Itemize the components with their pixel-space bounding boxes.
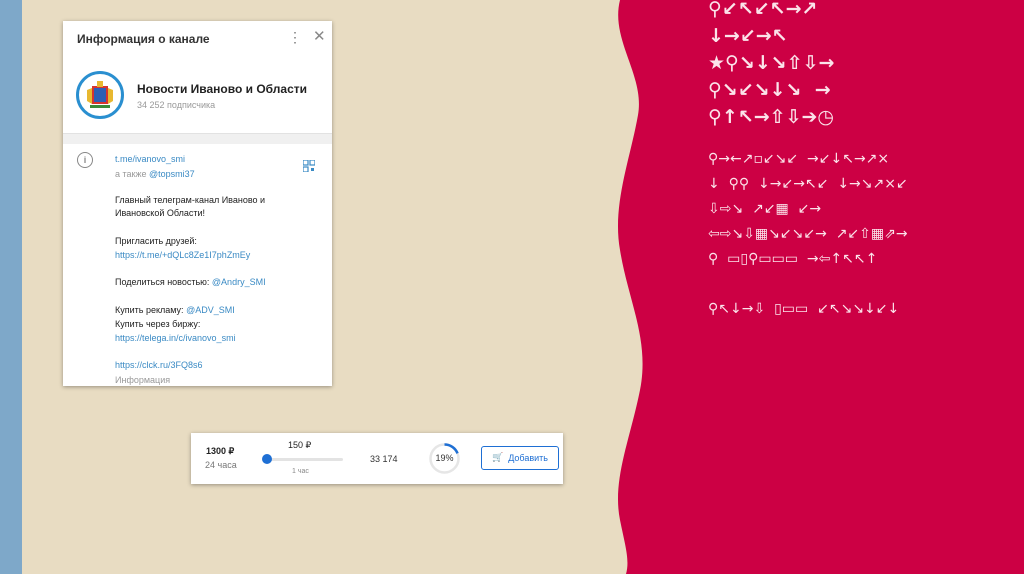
glyph-line: ⚲↑↖→⇧⇩➔◷ (708, 106, 835, 128)
subscriber-count: 34 252 подписчика (137, 100, 216, 110)
news-label: Поделиться новостью: (115, 277, 212, 287)
also-label: а также (115, 169, 149, 179)
coat-of-arms-icon (87, 81, 113, 108)
channel-link[interactable]: t.me/ivanovo_smi (115, 153, 185, 165)
glyph-line (708, 272, 908, 297)
cart-icon: 🛒 (492, 453, 504, 463)
glyph-line: ⇩⇨↘ ↗↙▦ ↙→ (708, 201, 822, 217)
info-icon: i (77, 152, 93, 168)
channel-info-panel: Информация о канале ⋮ ✕ Новости Иваново … (63, 21, 332, 386)
glyph-line: ⚲↙↖↙↖→↗ (708, 0, 818, 20)
description-line-1: Главный телеграм-канал Иваново и (115, 195, 266, 205)
glyph-line: ⇦⇨↘⇩▦↘↙↘↙→ ↗↙⇧▦⇗→ (708, 226, 908, 242)
duration-label: 24 часа (205, 460, 237, 470)
clck-link[interactable]: https://clck.ru/3FQ8s6 (115, 359, 203, 371)
more-menu-icon[interactable]: ⋮ (288, 30, 302, 44)
info-footer-label: Информация (115, 375, 171, 385)
ads-label: Купить рекламу: (115, 305, 187, 315)
glyph-line: ⚲↖↓→⇩ ▯▭▭ ↙↖↘↘↓↙↓ (708, 301, 900, 317)
glyph-block-large: ⚲↙↖↙↖→↗ ↓→↙→↖ ★⚲↘↓↘⇧⇩→ ⚲↘↙↘↓↘ → ⚲↑↖→⇧⇩➔◷ (708, 0, 834, 131)
glyph-line: ⚲↘↙↘↓↘ → (708, 79, 831, 101)
glyph-line: ⚲→←↗▫↙↘↙ →↙↓↖→↗× (708, 151, 890, 167)
slider-handle[interactable] (262, 454, 272, 464)
invite-label: Пригласить друзей: (115, 236, 197, 246)
glyph-line: ⚲ ▭▯⚲▭▭▭ →⇦↑↖↖↑ (708, 251, 878, 267)
news-line: Поделиться новостью: @Andry_SMI (115, 276, 266, 288)
exchange-label: Купить через биржу: (115, 319, 201, 329)
channel-name: Новости Иваново и Области (137, 82, 308, 96)
qr-code-icon[interactable] (303, 160, 315, 172)
panel-header: Информация о канале ⋮ ✕ (63, 21, 332, 57)
invite-link[interactable]: https://t.me/+dQLc8Ze1I7phZmEy (115, 249, 250, 261)
channel-avatar[interactable] (76, 71, 124, 119)
close-icon[interactable]: ✕ (313, 29, 326, 44)
glyph-line: ↓→↙→↖ (708, 25, 788, 47)
price-per-day: 1300 ₽ (206, 446, 235, 456)
exchange-link[interactable]: https://telega.in/c/ivanovo_smi (115, 332, 236, 344)
section-divider (63, 133, 332, 144)
ads-handle-link[interactable]: @ADV_SMI (186, 305, 235, 315)
glyph-block-small: ⚲→←↗▫↙↘↙ →↙↓↖→↗× ↓ ⚲⚲ ↓→↙→↖↙ ↓→↘↗×↙ ⇩⇨↘ ↗↙… (708, 147, 908, 322)
ads-line: Купить рекламу: @ADV_SMI (115, 304, 235, 316)
slider-price: 150 ₽ (288, 440, 312, 450)
also-handle-link[interactable]: @topsmi37 (149, 169, 195, 179)
reach-count: 33 174 (370, 454, 398, 464)
news-handle-link[interactable]: @Andry_SMI (212, 277, 266, 287)
ad-purchase-bar: 1300 ₽ 24 часа 150 ₽ 1 час 33 174 19% 🛒 … (191, 433, 563, 484)
add-button-label: Добавить (508, 453, 548, 463)
glyph-line: ↓ ⚲⚲ ↓→↙→↖↙ ↓→↘↗×↙ (708, 176, 908, 192)
slider-sub-label: 1 час (292, 468, 309, 475)
description-line-2: Ивановской Области! (115, 208, 206, 218)
panel-title: Информация о канале (77, 32, 210, 46)
slider-track[interactable] (266, 458, 343, 461)
glyph-line: ★⚲↘↓↘⇧⇩→ (708, 52, 835, 74)
also-line: а также @topsmi37 (115, 168, 195, 180)
percent-label: 19% (435, 453, 454, 463)
add-button[interactable]: 🛒 Добавить (481, 446, 559, 470)
